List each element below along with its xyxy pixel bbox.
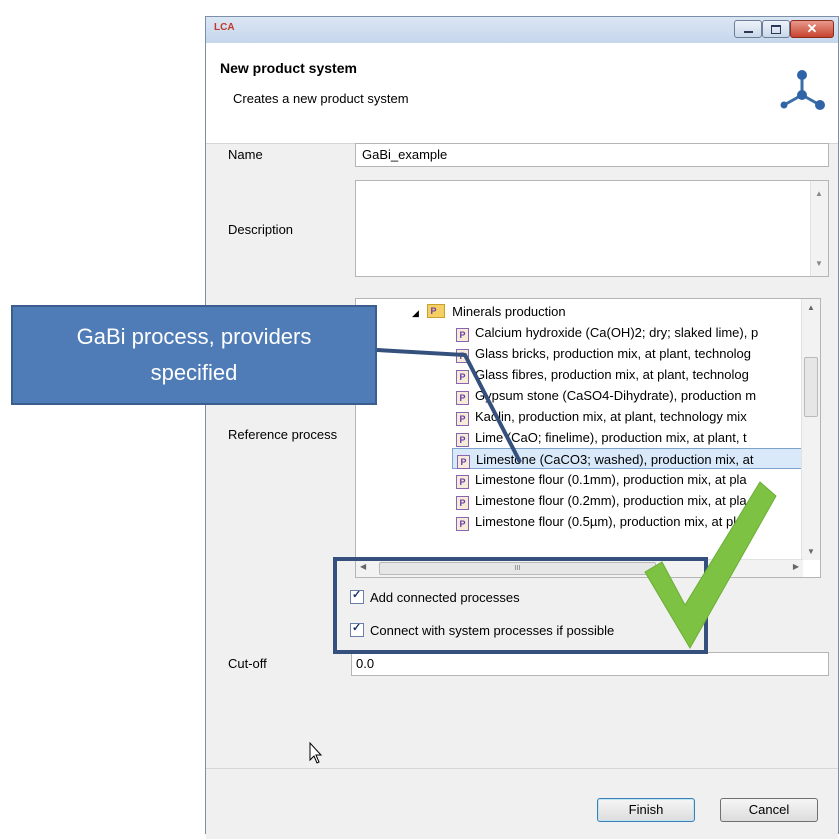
process-icon: P	[457, 455, 470, 469]
scrollbar-thumb[interactable]	[804, 357, 818, 417]
cancel-button[interactable]: Cancel	[720, 798, 818, 822]
tree-item[interactable]: P Glass fibres, production mix, at plant,…	[456, 364, 749, 385]
reference-process-label: Reference process	[228, 427, 338, 442]
mouse-cursor-icon	[309, 742, 323, 764]
description-label: Description	[228, 222, 294, 237]
process-icon: P	[456, 328, 469, 342]
tree-item[interactable]: P Limestone flour (0.2mm), production mix…	[456, 490, 747, 511]
tree-folder-label: Minerals production	[452, 304, 566, 319]
process-icon: P	[456, 391, 469, 405]
close-icon: ✕	[806, 21, 818, 36]
dialog-footer: Finish Cancel	[206, 768, 838, 839]
tree-item[interactable]: P Limestone flour (0.1mm), production mix…	[456, 469, 747, 490]
tree-item-label: Limestone flour (0.5µm), production mix,…	[475, 514, 748, 529]
tree-item[interactable]: P Gypsum stone (CaSO4-Dihydrate), product…	[456, 385, 756, 406]
tree-item-selected[interactable]: P Limestone (CaCO3; washed), production m…	[452, 448, 803, 469]
cutoff-value: 0.0	[356, 656, 375, 671]
tree-item[interactable]: P Calcium hydroxide (Ca(OH)2; dry; slaked…	[456, 322, 758, 343]
process-icon: P	[456, 475, 469, 489]
tree-item-label: Limestone flour (0.1mm), production mix,…	[475, 472, 747, 487]
expand-arrow-icon: ◢	[412, 308, 419, 318]
cutoff-field[interactable]: 0.0	[351, 652, 829, 676]
tree-vertical-scrollbar[interactable]: ▲ ▼	[801, 299, 820, 560]
tree-item[interactable]: P Glass bricks, production mix, at plant,…	[456, 343, 751, 364]
tree-item[interactable]: P Lime (CaO; finelime), production mix, a…	[456, 427, 747, 448]
tree-item[interactable]: P Limestone flour (0.5µm), production mix…	[456, 511, 748, 532]
description-scrollbar[interactable]: ▲ ▼	[810, 181, 828, 276]
title-bar: LCA ✕	[206, 17, 838, 43]
process-icon: P	[456, 349, 469, 363]
page-title: New product system	[220, 60, 357, 76]
scroll-down-icon[interactable]: ▼	[807, 547, 815, 556]
process-icon: P	[456, 433, 469, 447]
scroll-right-icon[interactable]: ▶	[793, 562, 799, 571]
callout-box: GaBi process, providers specified	[11, 305, 377, 405]
process-icon: P	[456, 496, 469, 510]
tree-item[interactable]: P Kaolin, production mix, at plant, techn…	[456, 406, 747, 427]
callout-text: GaBi process, providers specified	[76, 324, 312, 385]
reference-process-tree[interactable]: ◢ P Minerals production P Calcium hydroxi…	[355, 298, 821, 578]
tree-item-label: Calcium hydroxide (Ca(OH)2; dry; slaked …	[475, 325, 759, 340]
name-label: Name	[228, 147, 263, 162]
description-field[interactable]: ▲ ▼	[355, 180, 829, 277]
product-system-icon	[780, 70, 825, 110]
tree-item-label: Kaolin, production mix, at plant, techno…	[475, 409, 747, 424]
process-icon: P	[456, 517, 469, 531]
finish-button[interactable]: Finish	[597, 798, 695, 822]
tree-item-label: Limestone (CaCO3; washed), production mi…	[476, 452, 754, 467]
process-icon: P	[456, 412, 469, 426]
dialog-header: New product system Creates a new product…	[206, 43, 838, 144]
process-icon: P	[456, 370, 469, 384]
tree-item-label: Lime (CaO; finelime), production mix, at…	[475, 430, 747, 445]
scroll-up-icon[interactable]: ▲	[807, 303, 815, 312]
highlight-box	[333, 557, 708, 654]
tree-item-label: Glass bricks, production mix, at plant, …	[475, 346, 752, 361]
dialog-window: LCA ✕ New product system Creates a new p…	[205, 16, 839, 839]
name-field[interactable]: GaBi_example	[355, 143, 829, 167]
tree-item-label: Glass fibres, production mix, at plant, …	[475, 367, 749, 382]
name-value: GaBi_example	[362, 147, 448, 162]
folder-icon: P	[426, 304, 445, 318]
minimize-icon	[743, 30, 753, 33]
tree-item-label: Limestone flour (0.2mm), production mix,…	[475, 493, 747, 508]
minimize-button[interactable]	[734, 20, 762, 38]
app-icon: LCA	[214, 22, 235, 33]
tree-item-label: Gypsum stone (CaSO4-Dihydrate), producti…	[475, 388, 757, 403]
tree-folder-minerals-production[interactable]: ◢ P Minerals production	[412, 301, 566, 322]
page-subtitle: Creates a new product system	[233, 91, 409, 106]
maximize-icon	[771, 24, 781, 34]
close-button[interactable]: ✕	[790, 20, 834, 38]
cutoff-label: Cut-off	[228, 656, 267, 671]
maximize-button[interactable]	[762, 20, 790, 38]
